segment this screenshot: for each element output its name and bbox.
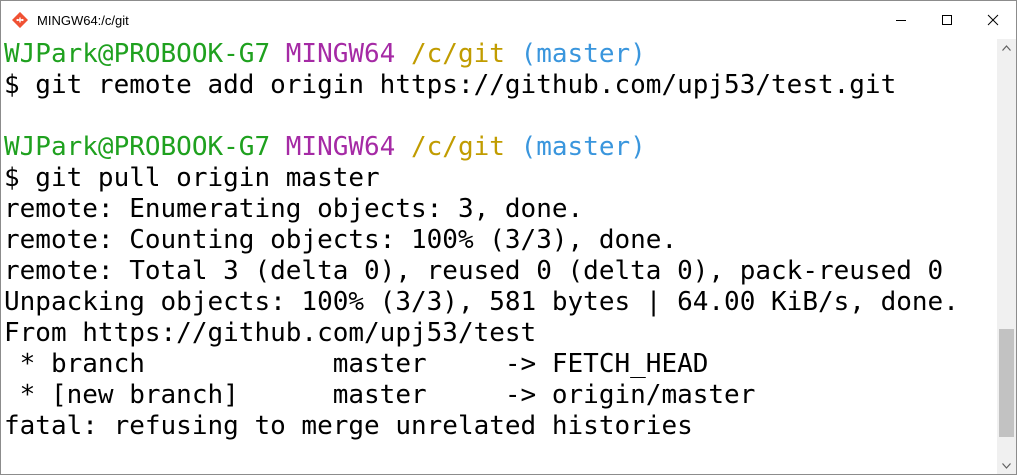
output-line: Unpacking objects: 100% (3/3), 581 bytes… [4, 287, 959, 317]
output-line: remote: Enumerating objects: 3, done. [4, 194, 584, 224]
output-line: remote: Counting objects: 100% (3/3), do… [4, 225, 678, 255]
title-bar[interactable]: MINGW64:/c/git [1, 1, 1016, 39]
prompt-line: WJPark@PROBOOK-G7 MINGW64 /c/git (master… [1, 132, 997, 163]
prompt-branch: (master) [520, 132, 646, 162]
close-button[interactable] [970, 1, 1016, 39]
prompt-path: /c/git [411, 39, 505, 69]
error-line: fatal: refusing to merge unrelated histo… [4, 411, 693, 441]
terminal-output[interactable]: WJPark@PROBOOK-G7 MINGW64 /c/git (master… [1, 39, 997, 474]
output-line: From https://github.com/upj53/test [4, 318, 537, 348]
terminal-window: MINGW64:/c/git WJPark@PROBOOK-G7 MINGW64… [0, 0, 1017, 475]
window-title: MINGW64:/c/git [37, 12, 129, 28]
scroll-thumb[interactable] [999, 329, 1014, 437]
output-line: remote: Total 3 (delta 0), reused 0 (del… [4, 256, 944, 286]
vertical-scrollbar[interactable] [997, 39, 1016, 474]
chevron-down-icon [1002, 462, 1011, 469]
git-bash-icon [11, 11, 29, 29]
prompt-user: WJPark@PROBOOK-G7 [4, 39, 271, 69]
prompt-path: /c/git [411, 132, 505, 162]
output-line: * branch master -> FETCH_HEAD [4, 349, 709, 379]
close-icon [987, 14, 999, 26]
prompt-line: WJPark@PROBOOK-G7 MINGW64 /c/git (master… [1, 39, 997, 70]
chevron-up-icon [1002, 44, 1011, 51]
maximize-icon [942, 15, 952, 25]
prompt-branch: (master) [520, 39, 646, 69]
maximize-button[interactable] [924, 1, 970, 39]
minimize-button[interactable] [878, 1, 924, 39]
command-line: $ git remote add origin https://github.c… [4, 70, 897, 100]
prompt-shell: MINGW64 [285, 132, 396, 162]
minimize-icon [896, 20, 906, 21]
command-line: $ git pull origin master [4, 163, 380, 193]
output-line: * [new branch] master -> origin/master [4, 380, 756, 410]
scroll-up-button[interactable] [997, 39, 1016, 56]
window-controls [878, 1, 1016, 39]
prompt-user: WJPark@PROBOOK-G7 [4, 132, 271, 162]
prompt-shell: MINGW64 [285, 39, 396, 69]
scroll-down-button[interactable] [997, 457, 1016, 474]
